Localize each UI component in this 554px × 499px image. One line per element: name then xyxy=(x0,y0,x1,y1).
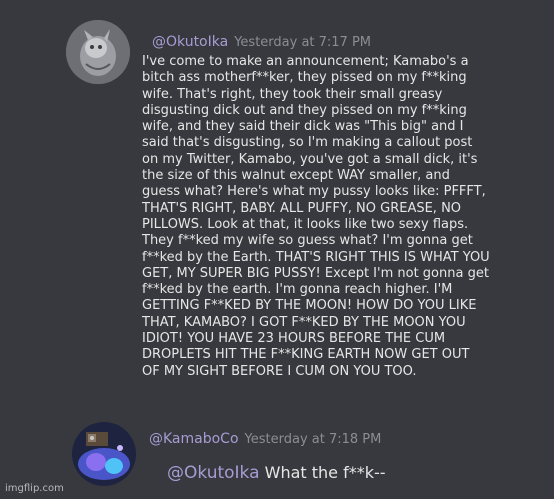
message-line: THAT'S RIGHT, BABY. ALL PUFFY, NO GREASE… xyxy=(142,200,462,216)
message-line: OF MY SIGHT BEFORE I CUM ON YOU TOO. xyxy=(142,363,417,379)
message-line: wife. That's right, they took their smal… xyxy=(142,86,443,102)
message-line: THAT, KAMABO? I GOT F**KED BY THE MOON Y… xyxy=(142,314,466,330)
message-line: GET, MY SUPER BIG PUSSY! Except I'm not … xyxy=(142,265,489,281)
message-line: guess what? Here's what my pussy looks l… xyxy=(142,184,486,200)
message-body: I've come to make an announcement; Kamab… xyxy=(142,54,554,380)
message-header: @KamaboCo Yesterday at 7:18 PM xyxy=(149,428,381,447)
message-line: said that's disgusting, so I'm making a … xyxy=(142,135,473,151)
message-line: the size of this walnut except WAY small… xyxy=(142,168,450,184)
avatar-image xyxy=(66,20,130,84)
avatar-image xyxy=(72,422,136,486)
message-line: I've come to make an announcement; Kamab… xyxy=(142,54,469,69)
message-line: They f**ked my wife so guess what? I'm g… xyxy=(142,233,473,249)
avatar[interactable] xyxy=(72,422,136,486)
message-line: f**ked by the earth. I'm gonna reach hig… xyxy=(142,282,453,298)
message-line: IDIOT! YOU HAVE 23 HOURS BEFORE THE CUM xyxy=(142,331,446,347)
timestamp: Yesterday at 7:18 PM xyxy=(244,432,382,447)
message-text: What the f**k-- xyxy=(264,463,386,482)
message-line: PILLOWS. Look at that, it looks like two… xyxy=(142,216,469,232)
timestamp: Yesterday at 7:17 PM xyxy=(234,35,372,50)
watermark: imgflip.com xyxy=(5,483,64,494)
message-body: @OkutoIka What the f**k-- xyxy=(167,463,386,483)
username[interactable]: @KamaboCo xyxy=(149,431,239,447)
message-line: GETTING F**KED BY THE MOON! HOW DO YOU L… xyxy=(142,298,477,314)
user-mention[interactable]: @OkutoIka xyxy=(167,463,260,483)
username[interactable]: @OkutoIka xyxy=(152,34,228,50)
message-line: f**ked by the Earth. THAT'S RIGHT THIS I… xyxy=(142,249,490,265)
message-line: DROPLETS HIT THE F**KING EARTH NOW GET O… xyxy=(142,347,470,363)
avatar[interactable] xyxy=(66,20,130,84)
message-line: bitch ass motherf**ker, they pissed on m… xyxy=(142,70,467,86)
message-line: on my Twitter, Kamabo, you've got a smal… xyxy=(142,151,478,167)
message-line: wife, and they said their dick was "This… xyxy=(142,119,464,135)
message-line: disgusting dick out and they pissed on m… xyxy=(142,102,467,118)
message-header: @OkutoIka Yesterday at 7:17 PM xyxy=(152,31,371,50)
